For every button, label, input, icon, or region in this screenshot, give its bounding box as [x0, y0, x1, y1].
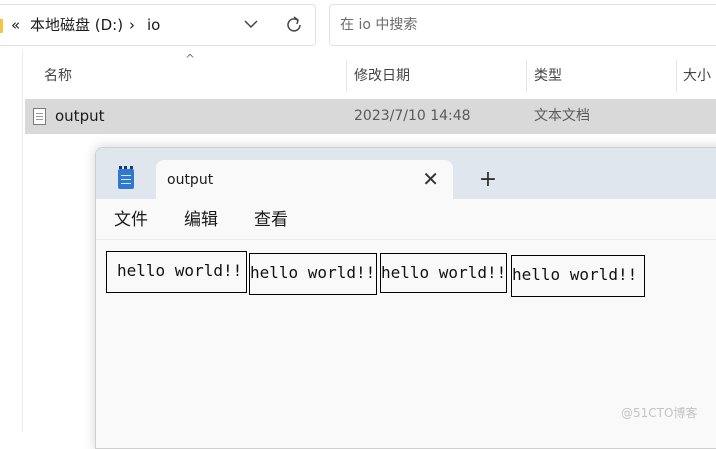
text-chunk: hello world!! — [380, 253, 507, 293]
file-row[interactable]: output 2023/7/10 14:48 文本文档 — [25, 99, 716, 134]
refresh-icon[interactable] — [285, 5, 303, 45]
text-chunk: hello world!! — [511, 255, 645, 297]
notepad-app-icon — [118, 166, 134, 189]
tab-title: output — [167, 172, 214, 188]
menu-edit[interactable]: 编辑 — [184, 199, 218, 241]
text-file-icon — [33, 108, 46, 125]
search-input[interactable]: 在 io 中搜索 — [329, 4, 716, 46]
close-tab-icon[interactable]: ✕ — [422, 160, 439, 198]
menu-bar: 文件 编辑 查看 — [96, 199, 716, 239]
address-bar[interactable]: « 本地磁盘 (D:) › io — [0, 4, 316, 46]
tab-output[interactable]: output ✕ — [156, 160, 453, 199]
text-chunk: hello world!! — [249, 253, 377, 295]
breadcrumb-folder[interactable]: io — [147, 5, 160, 45]
text-chunk: hello world!! — [106, 251, 247, 293]
search-placeholder: 在 io 中搜索 — [340, 17, 418, 33]
column-separator[interactable] — [346, 60, 347, 92]
breadcrumb-drive[interactable]: 本地磁盘 (D:) — [30, 5, 123, 45]
watermark: @51CTO博客 — [621, 406, 698, 420]
new-tab-icon[interactable]: + — [476, 162, 500, 198]
navigation-pane-divider — [22, 50, 23, 432]
sort-ascending-icon: ^ — [185, 52, 196, 66]
tab-bar: output ✕ + — [96, 148, 716, 199]
column-header-name[interactable]: 名称 — [44, 60, 72, 92]
file-modified-date: 2023/7/10 14:48 — [354, 108, 471, 124]
file-name: output — [55, 107, 105, 125]
column-header-type[interactable]: 类型 — [534, 60, 562, 92]
menu-file[interactable]: 文件 — [114, 199, 148, 241]
column-header-modified[interactable]: 修改日期 — [354, 60, 410, 92]
column-separator[interactable] — [526, 60, 527, 92]
column-separator[interactable] — [676, 60, 677, 92]
breadcrumb-overflow[interactable]: « — [11, 5, 20, 45]
breadcrumb-separator-icon[interactable]: › — [129, 5, 135, 45]
menu-view[interactable]: 查看 — [254, 199, 288, 241]
file-type: 文本文档 — [534, 108, 590, 124]
folder-icon — [0, 19, 3, 33]
column-header-size[interactable]: 大小 — [683, 60, 711, 92]
chevron-down-icon[interactable] — [244, 5, 258, 45]
